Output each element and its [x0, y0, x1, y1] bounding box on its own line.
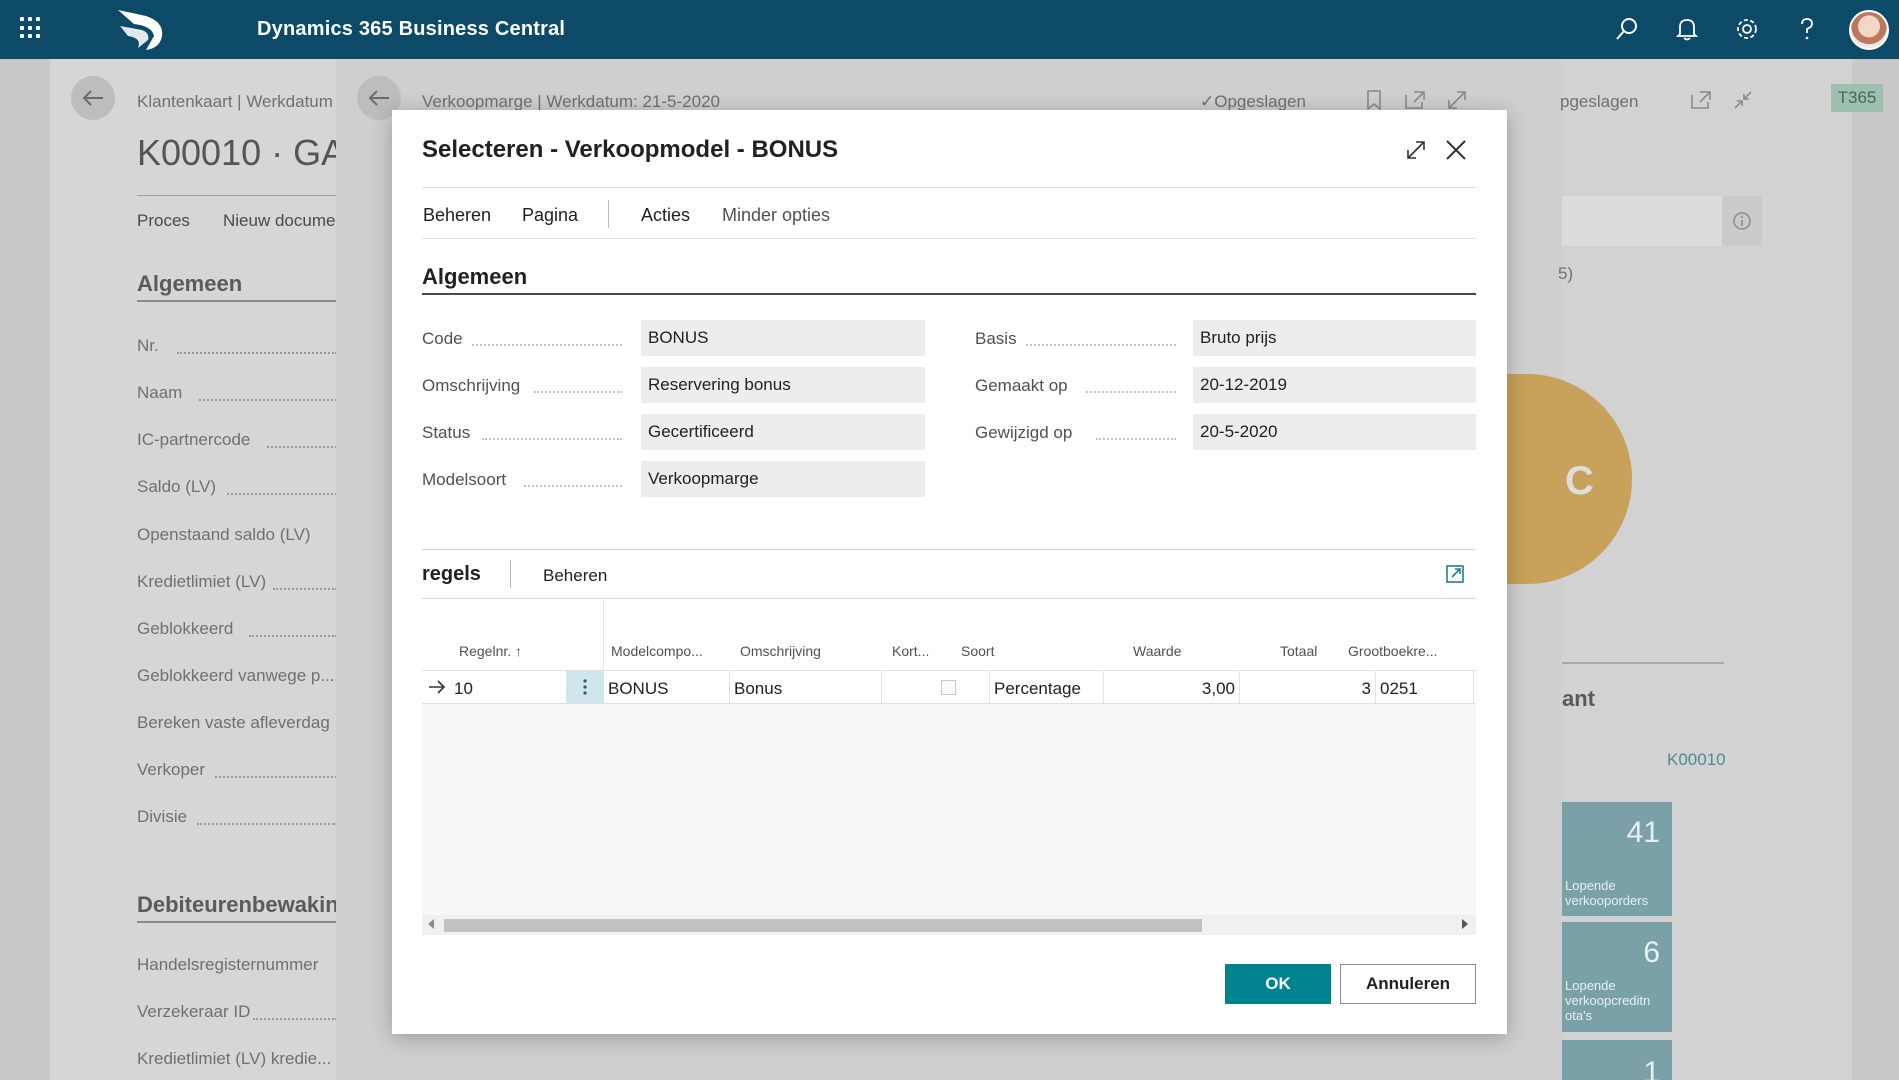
column-header-grootboekrekening[interactable]: Grootboekre...	[1348, 643, 1438, 659]
gear-icon[interactable]	[1732, 14, 1762, 44]
partial-label: 5)	[1558, 264, 1574, 283]
lines-title: regels	[422, 563, 481, 585]
field-gemaakt-op-value[interactable]: 20-12-2019	[1193, 367, 1476, 403]
field-geblokkeerd: Geblokkeerd	[137, 619, 234, 638]
field-gewijzigd-op-value[interactable]: 20-5-2020	[1193, 414, 1476, 450]
ok-button[interactable]: OK	[1225, 964, 1331, 1004]
field-divisie: Divisie	[137, 807, 188, 826]
cell-waarde[interactable]: 3,00	[1104, 671, 1240, 703]
column-header-modelcomponent[interactable]: Modelcompo...	[611, 643, 703, 659]
field-verkoper: Verkoper	[137, 760, 206, 779]
field-naam: Naam	[137, 383, 183, 402]
scroll-thumb[interactable]	[444, 919, 1202, 932]
row-arrow-icon	[428, 679, 446, 700]
app-title: Dynamics 365 Business Central	[257, 18, 566, 40]
field-gemaakt-op-label: Gemaakt op	[975, 376, 1068, 395]
action-proces[interactable]: Proces	[137, 211, 190, 231]
horizontal-scrollbar[interactable]	[422, 915, 1476, 935]
collapse-icon[interactable]	[1732, 89, 1754, 116]
field-status-label: Status	[422, 423, 471, 442]
saved-status-right: pgeslagen	[1560, 92, 1639, 111]
cell-modelcomponent[interactable]: BONUS	[604, 671, 730, 703]
close-icon[interactable]	[1442, 136, 1470, 164]
field-gewijzigd-op-label: Gewijzigd op	[975, 423, 1073, 442]
column-header-soort[interactable]: Soort	[961, 643, 994, 659]
cancel-button[interactable]: Annuleren	[1340, 964, 1476, 1004]
kpi-tile-lopende-verkoopcreditnotas[interactable]: 6 Lopende verkoopcreditn ota's	[1562, 922, 1672, 1032]
field-ic-partnercode: IC-partnercode	[137, 430, 251, 449]
top-bar: Dynamics 365 Business Central	[0, 0, 1899, 59]
section-algemeen: Algemeen	[422, 264, 528, 289]
environment-badge: T365	[1831, 84, 1883, 112]
customer-no-link[interactable]: K00010	[1667, 750, 1726, 770]
field-saldo: Saldo (LV)	[137, 477, 217, 496]
avatar[interactable]	[1849, 10, 1889, 50]
scroll-left-icon[interactable]	[428, 919, 434, 929]
field-basis-value[interactable]: Bruto prijs	[1193, 320, 1476, 356]
kort-checkbox[interactable]	[941, 680, 956, 695]
kpi-tile-lopende-verkooporders[interactable]: 41 Lopende verkooporders	[1562, 802, 1672, 916]
cell-grootboekrekening[interactable]: 0251	[1376, 671, 1474, 703]
cell-regelnr[interactable]: 10	[450, 671, 566, 703]
select-dialog: Selecteren - Verkoopmodel - BONUS Behere…	[392, 110, 1507, 1034]
waffle-icon[interactable]	[20, 17, 42, 39]
field-nr: Nr.	[137, 336, 159, 355]
column-header-regelnr[interactable]: Regelnr. ↑	[459, 643, 522, 659]
menu-acties[interactable]: Acties	[641, 205, 690, 226]
field-geblokkeerd-vanwege: Geblokkeerd vanwege p...	[137, 666, 335, 685]
field-handelsregisternummer: Handelsregisternummer	[137, 955, 319, 974]
dialog-title: Selecteren - Verkoopmodel - BONUS	[422, 136, 839, 163]
lines-menu-beheren[interactable]: Beheren	[543, 566, 607, 586]
field-verzekeraar-id: Verzekeraar ID	[137, 1002, 251, 1021]
cell-kort[interactable]	[882, 671, 990, 703]
field-bereken-vaste-afleverdag: Bereken vaste afleverdag	[137, 713, 330, 732]
field-basis-label: Basis	[975, 329, 1017, 348]
scroll-right-icon[interactable]	[1462, 919, 1468, 929]
lines-grid	[422, 670, 1476, 915]
field-omschrijving-label: Omschrijving	[422, 376, 521, 395]
menu-pagina[interactable]: Pagina	[522, 205, 578, 226]
menu-minder-opties[interactable]: Minder opties	[722, 205, 830, 226]
factbox-section-title: ant	[1562, 686, 1595, 711]
field-kredietlimiet-krediet: Kredietlimiet (LV) kredie...	[137, 1049, 332, 1068]
customer-card-content: Klantenkaart | Werkdatum K00010 · GAC Pr…	[137, 59, 337, 1080]
help-icon[interactable]	[1792, 14, 1822, 44]
kpi-tile-third[interactable]: 1	[1562, 1040, 1672, 1080]
cell-totaal[interactable]: 3	[1240, 671, 1376, 703]
section-debiteurenbewaking: Debiteurenbewakin	[137, 892, 337, 917]
back-button[interactable]	[71, 76, 115, 120]
verkoopmarge-breadcrumb: Verkoopmarge | Werkdatum: 21-5-2020	[422, 92, 720, 111]
menu-beheren[interactable]: Beheren	[423, 205, 491, 226]
dynamics-logo-icon	[118, 10, 163, 50]
expand-icon[interactable]	[1402, 136, 1430, 164]
row-actions-icon[interactable]	[566, 671, 604, 703]
customer-title: K00010 · GAC	[137, 132, 337, 173]
field-kredietlimiet: Kredietlimiet (LV)	[137, 572, 267, 591]
field-modelsoort-value[interactable]: Verkoopmarge	[641, 461, 925, 497]
field-status-value[interactable]: Gecertificeerd	[641, 414, 925, 450]
search-icon[interactable]	[1612, 14, 1642, 44]
field-openstaand-saldo: Openstaand saldo (LV)	[137, 525, 311, 544]
cell-soort[interactable]: Percentage	[990, 671, 1104, 703]
field-modelsoort-label: Modelsoort	[422, 470, 507, 489]
info-icon[interactable]	[1722, 196, 1762, 246]
column-header-totaal[interactable]: Totaal	[1280, 643, 1317, 659]
field-code-label: Code	[422, 329, 463, 348]
bell-icon[interactable]	[1672, 14, 1702, 44]
column-header-omschrijving[interactable]: Omschrijving	[740, 643, 821, 659]
saved-status: ✓Opgeslagen	[1200, 92, 1306, 111]
field-code-value[interactable]: BONUS	[641, 320, 925, 356]
action-nieuw-document[interactable]: Nieuw docume	[223, 211, 335, 231]
cell-omschrijving[interactable]: Bonus	[730, 671, 882, 703]
section-algemeen: Algemeen	[137, 271, 243, 296]
table-row[interactable]: 10 BONUS Bonus Percentage 3,00 3 0251	[422, 670, 1476, 704]
customer-breadcrumb: Klantenkaart | Werkdatum	[137, 92, 333, 111]
field-omschrijving-value[interactable]: Reservering bonus	[641, 367, 925, 403]
column-header-kort[interactable]: Kort...	[892, 643, 929, 659]
open-new-window-icon[interactable]	[1690, 90, 1712, 115]
column-header-waarde[interactable]: Waarde	[1133, 643, 1182, 659]
open-in-new-window-icon[interactable]	[1445, 564, 1465, 589]
